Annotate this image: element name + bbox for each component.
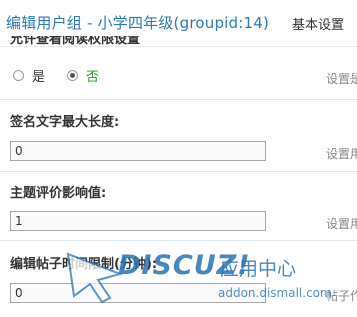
radio-yes-label[interactable]: 是 <box>32 66 45 85</box>
edit-post-time-limit-input[interactable] <box>10 283 266 303</box>
page-title: 编辑用户组 - 小学四年级(groupid:14) <box>6 14 270 32</box>
divider <box>0 240 357 241</box>
yes-no-radio-group: 是 否 <box>13 66 121 85</box>
signature-max-length-label: 签名文字最大长度: <box>10 115 120 130</box>
setting-description: 设置是 <box>326 72 357 86</box>
signature-max-length-desc: 设置用 <box>326 147 357 161</box>
divider <box>0 99 357 100</box>
radio-yes[interactable] <box>13 69 24 81</box>
edit-post-time-limit-label: 编辑帖子时间限制(分钟): <box>10 257 158 272</box>
thread-rating-impact-label: 主题评价影响值: <box>10 186 107 201</box>
thread-rating-impact-desc: 设置用 <box>326 217 357 231</box>
section-heading-label: 允许查看阅读权限设置 <box>10 36 141 46</box>
tab-basic-settings[interactable]: 基本设置 <box>292 14 344 33</box>
watermark-app-center: 应用中心 <box>220 258 297 280</box>
thread-rating-impact-input[interactable] <box>10 211 266 231</box>
divider <box>0 171 357 172</box>
signature-max-length-input[interactable] <box>10 141 266 161</box>
radio-no[interactable] <box>67 69 79 81</box>
edit-post-time-limit-desc: 帖子作 <box>326 289 357 303</box>
radio-no-label[interactable]: 否 <box>86 66 99 85</box>
section-heading-partial: 允许查看阅读权限设置 <box>10 36 160 46</box>
